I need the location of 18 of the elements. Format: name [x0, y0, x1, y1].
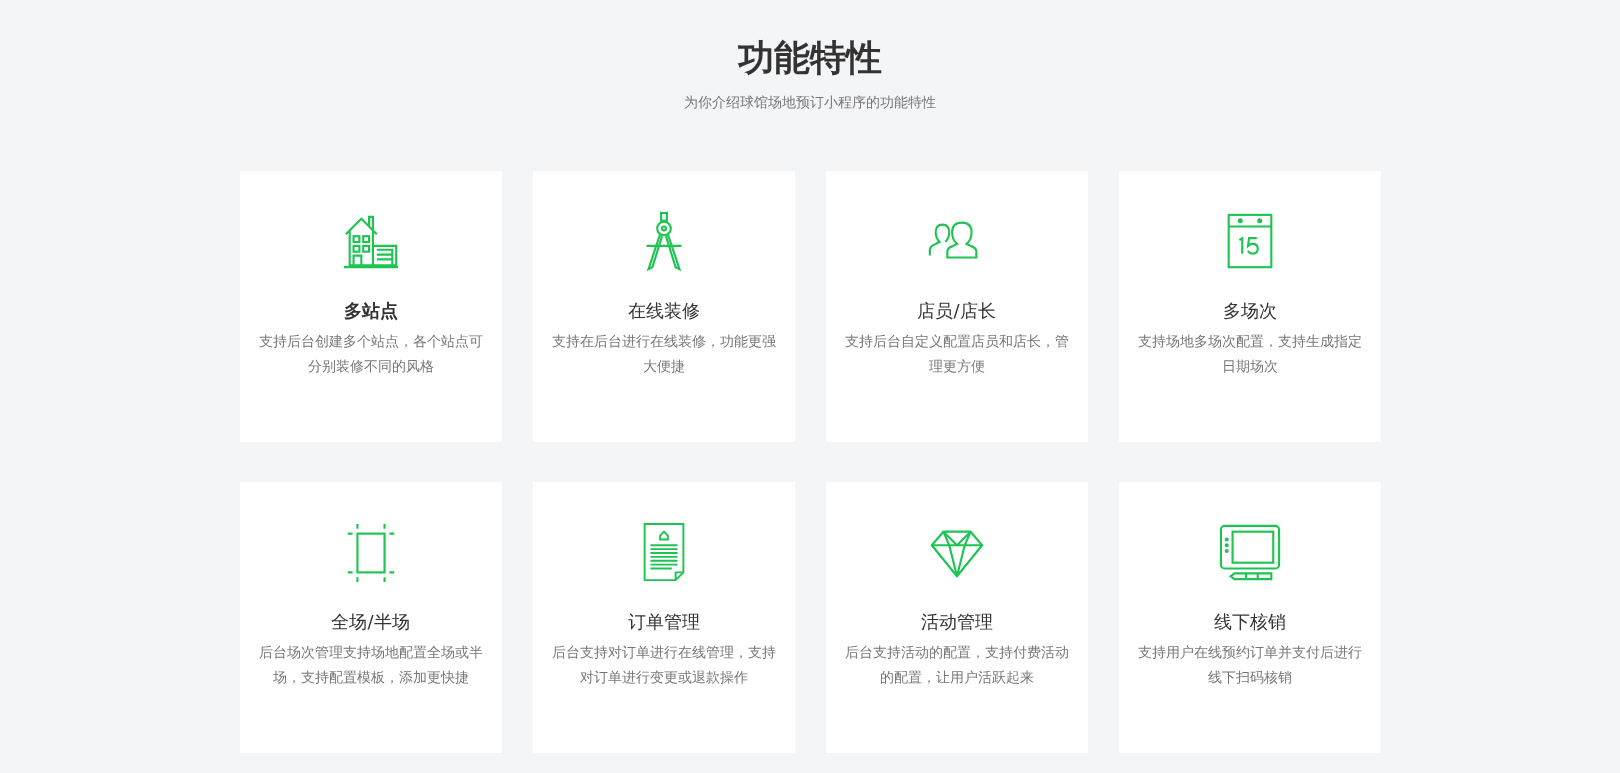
feature-title: 活动管理 — [920, 610, 993, 634]
section-title: 功能特性 — [738, 36, 882, 80]
feature-title: 多站点 — [343, 299, 398, 323]
feature-title: 在线装修 — [627, 299, 700, 323]
feature-description: 支持后台自定义配置店员和店长，管理更方便 — [843, 332, 1070, 376]
feature-title: 多场次 — [1222, 299, 1277, 323]
feature-description: 后台支持对订单进行在线管理，支持对订单进行变更或退款操作 — [550, 643, 777, 687]
feature-description: 支持场地多场次配置，支持生成指定日期场次 — [1136, 332, 1363, 376]
feature-description: 支持用户在线预约订单并支付后进行线下扫码核销 — [1136, 643, 1363, 687]
feature-title: 线下核销 — [1213, 610, 1286, 634]
section-subtitle: 为你介绍球馆场地预订小程序的功能特性 — [684, 94, 936, 112]
feature-description: 后台场次管理支持场地配置全场或半场，支持配置模板，添加更快捷 — [257, 643, 484, 687]
feature-title: 全场/半场 — [331, 610, 410, 634]
feature-description: 支持后台创建多个站点，各个站点可分别装修不同的风格 — [257, 332, 484, 376]
feature-description: 后台支持活动的配置，支持付费活动的配置，让用户活跃起来 — [843, 643, 1070, 687]
feature-description: 支持在后台进行在线装修，功能更强大便捷 — [550, 332, 777, 376]
feature-title: 店员/店长 — [917, 299, 996, 323]
feature-title: 订单管理 — [627, 610, 700, 634]
